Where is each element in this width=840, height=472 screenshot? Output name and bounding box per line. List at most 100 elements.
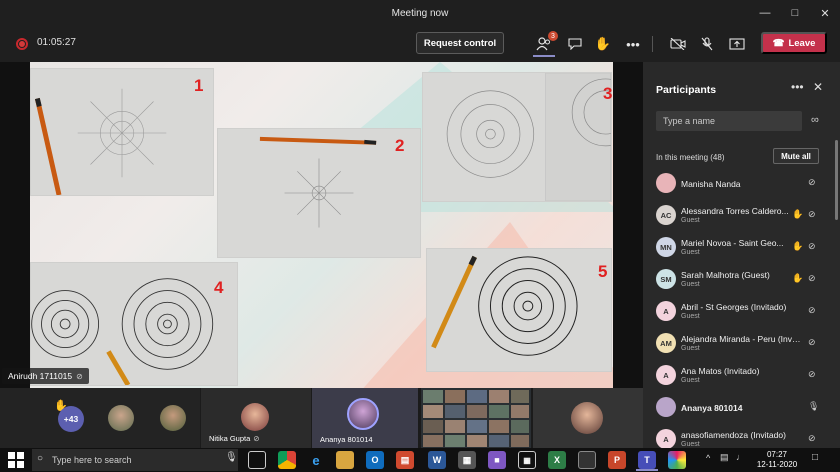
- raise-hand-icon[interactable]: ✋: [591, 32, 615, 56]
- participant-role: Guest: [681, 377, 700, 384]
- mute-all-button[interactable]: Mute all: [773, 148, 819, 164]
- gallery-grid: [423, 390, 529, 447]
- taskbar-clock[interactable]: 07:27 12-11-2020: [754, 450, 800, 470]
- camera-off-icon[interactable]: [666, 32, 690, 56]
- participant-name: Mariel Novoa - Saint Geo...: [681, 238, 784, 248]
- task-view-icon[interactable]: [248, 451, 266, 469]
- mic-off-icon[interactable]: ⊘: [808, 337, 816, 348]
- search-icon: ○: [37, 453, 44, 464]
- share-screen-icon[interactable]: [725, 32, 749, 56]
- participant-name: anasofiamendoza (Invitado): [681, 430, 786, 440]
- participant-role: Guest: [681, 249, 700, 256]
- mic-off-icon[interactable]: ⊘: [808, 209, 816, 220]
- panel-more-icon[interactable]: •••: [791, 80, 804, 94]
- mic-icon[interactable]: 🎙: [808, 401, 819, 412]
- phone-hangup-icon: ☎: [772, 37, 785, 49]
- title-bar: Meeting now: [0, 0, 840, 26]
- file-explorer-icon[interactable]: [336, 451, 354, 469]
- overflow-count: +43: [58, 406, 84, 432]
- mic-off-icon[interactable]: [695, 32, 719, 56]
- participant-row[interactable]: A Abril - St Georges (Invitado) Guest ⊘: [643, 296, 833, 328]
- leave-button[interactable]: ☎ Leave: [761, 32, 827, 54]
- chrome-icon[interactable]: [278, 451, 296, 469]
- mic-off-icon[interactable]: ⊘: [808, 273, 816, 284]
- panel-title: Participants: [656, 84, 717, 96]
- volume-icon[interactable]: ♩: [736, 452, 745, 462]
- participant-search-input[interactable]: [656, 111, 802, 131]
- panel-scrollbar[interactable]: [835, 140, 838, 220]
- microphone-icon[interactable]: 🎙: [225, 452, 238, 463]
- request-control-button[interactable]: Request control: [416, 32, 504, 54]
- participant-row[interactable]: SM Sarah Malhotra (Guest) Guest ✋ ⊘: [643, 264, 833, 296]
- avatar: [160, 405, 186, 431]
- share-invite-link-icon[interactable]: ∞: [811, 114, 819, 126]
- excel-icon[interactable]: X: [548, 451, 566, 469]
- notifications-icon[interactable]: □: [812, 452, 818, 463]
- panel-close-icon[interactable]: ✕: [813, 80, 823, 94]
- edge-icon[interactable]: e: [307, 451, 325, 469]
- maximize-icon[interactable]: □: [780, 0, 810, 26]
- participant-row[interactable]: AM Alejandra Miranda - Peru (Invit... Gues…: [643, 328, 833, 360]
- photo-5-sketch: [426, 248, 612, 372]
- avatar: [108, 405, 134, 431]
- mic-off-icon[interactable]: ⊘: [808, 241, 816, 252]
- minimize-icon[interactable]: —: [750, 0, 780, 26]
- raised-hand-icon: ✋: [792, 273, 804, 283]
- pdf-reader-icon[interactable]: ▤: [396, 451, 414, 469]
- mic-off-icon: ⊘: [253, 434, 260, 443]
- clock-date: 12-11-2020: [756, 460, 798, 469]
- tile-name-tag: Ananya 801014: [320, 435, 373, 444]
- raised-hand-icon: ✋: [792, 209, 804, 219]
- gallery-video-tile[interactable]: [421, 388, 531, 448]
- avatar: AC: [656, 205, 676, 225]
- video-tile[interactable]: Nitika Gupta ⊘: [201, 388, 311, 448]
- meeting-toolbar: 01:05:27 Request control 3 ✋ ••• ☎ Leave: [0, 26, 840, 62]
- tray-chevron-icon[interactable]: ^: [706, 453, 710, 463]
- network-icon[interactable]: ▤: [720, 452, 729, 463]
- onenote-icon[interactable]: ■: [488, 451, 506, 469]
- photo-number: 5: [598, 262, 608, 281]
- video-tile[interactable]: [533, 388, 643, 448]
- avatar: [656, 173, 676, 193]
- teams-icon[interactable]: T: [638, 451, 656, 469]
- avatar: SM: [656, 269, 676, 289]
- shared-content: 1 2 3 4 5: [30, 62, 613, 388]
- avatar: MN: [656, 237, 676, 257]
- avatar: [571, 402, 603, 434]
- participant-row[interactable]: A Ana Matos (Invitado) Guest ⊘: [643, 360, 833, 392]
- participant-role: Guest: [681, 313, 700, 320]
- close-window-icon[interactable]: ✕: [810, 0, 840, 26]
- outlook-icon[interactable]: O: [366, 451, 384, 469]
- avatar: A: [656, 429, 676, 449]
- powerpoint-icon[interactable]: P: [608, 451, 626, 469]
- participant-row[interactable]: MN Mariel Novoa - Saint Geo... Guest ✋ ⊘: [643, 232, 833, 264]
- photo-3-sketch: [422, 72, 612, 202]
- more-options-icon[interactable]: •••: [621, 32, 645, 56]
- avatar: A: [656, 365, 676, 385]
- participant-row[interactable]: AC Alessandra Torres Caldero... Guest ✋ ⊘: [643, 200, 833, 232]
- mic-off-icon[interactable]: ⊘: [808, 433, 816, 444]
- word-icon[interactable]: W: [428, 451, 446, 469]
- participant-name: Manisha Nanda: [681, 179, 741, 189]
- photos-app-icon[interactable]: [668, 451, 686, 469]
- chat-icon[interactable]: [563, 32, 587, 56]
- overflow-tile[interactable]: ✋ +43: [0, 388, 200, 448]
- participant-row[interactable]: Ananya 801014 🎙: [643, 392, 833, 424]
- mic-off-icon[interactable]: ⊘: [808, 177, 816, 188]
- windows-start-icon[interactable]: [8, 452, 24, 468]
- photo-number: 2: [395, 136, 405, 155]
- mic-off-icon[interactable]: ⊘: [808, 369, 816, 380]
- participant-row[interactable]: Manisha Nanda ⊘: [643, 168, 833, 200]
- participant-name: Alejandra Miranda - Peru (Invit...: [681, 334, 801, 344]
- video-tile[interactable]: Ananya 801014: [312, 388, 418, 448]
- taskbar-search-input[interactable]: [32, 449, 238, 471]
- speaker-name: Anirudh 1711015: [8, 371, 73, 381]
- mic-off-icon[interactable]: ⊘: [808, 305, 816, 316]
- avatar: [347, 398, 379, 430]
- calendar-icon[interactable]: ▦: [518, 451, 536, 469]
- tile-name: Ananya 801014: [320, 435, 373, 444]
- calculator-icon[interactable]: ▦: [458, 451, 476, 469]
- photo-number: 4: [214, 278, 224, 297]
- app-icon[interactable]: [578, 451, 596, 469]
- avatar: AM: [656, 333, 676, 353]
